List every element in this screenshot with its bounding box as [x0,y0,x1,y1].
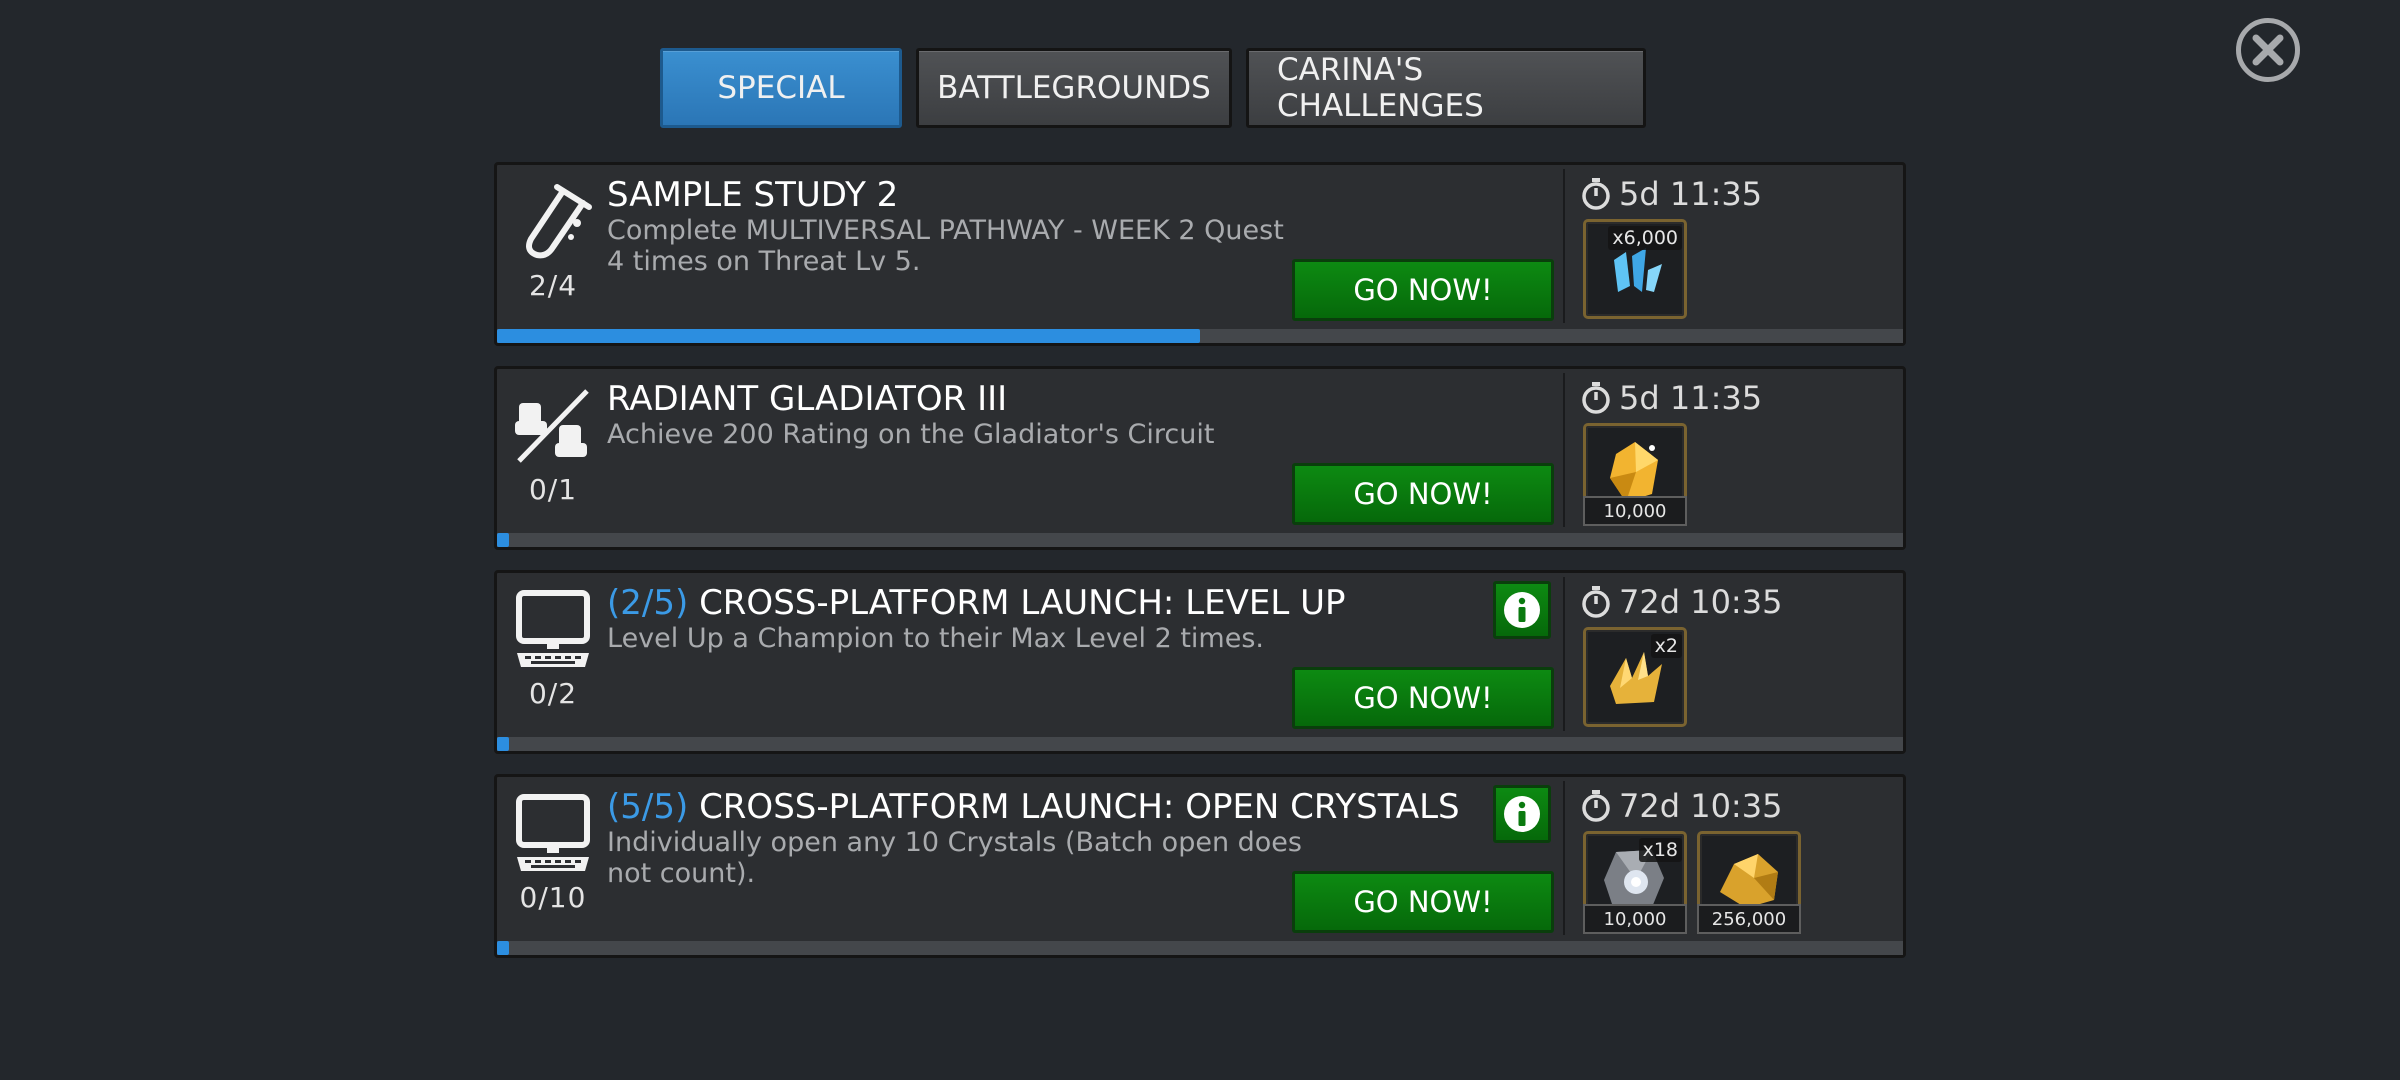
stopwatch-icon [1582,790,1610,822]
computer-icon [511,791,595,875]
info-icon [1504,592,1540,628]
stopwatch-icon [1582,586,1610,618]
go-now-button[interactable]: GO NOW! [1292,259,1554,321]
quest-title: RADIANT GLADIATOR III [607,379,1007,419]
computer-icon [511,587,595,671]
quest-title-text: RADIANT GLADIATOR III [607,379,1008,419]
progress-fill [497,533,509,547]
card-divider [1563,169,1565,323]
reward-amount: 256,000 [1697,904,1801,934]
reward-list: x6,000 [1583,219,1687,319]
info-button[interactable] [1493,785,1551,843]
card-divider [1563,781,1565,935]
quest-description: Achieve 200 Rating on the Gladiator's Ci… [607,419,1215,450]
quest-title-text: SAMPLE STUDY 2 [607,175,899,215]
quest-progress-count: 0/2 [528,677,578,710]
progress-fill [497,737,509,751]
quest-title: (2/5) CROSS-PLATFORM LAUNCH: LEVEL UP [607,583,1346,623]
quest-description: Level Up a Champion to their Max Level 2… [607,623,1264,654]
tab-battlegrounds[interactable]: BATTLEGROUNDS [916,48,1232,128]
go-now-button[interactable]: GO NOW! [1292,871,1554,933]
progress-fill [497,329,1200,343]
timer-text: 5d 11:35 [1619,175,1763,213]
quest-progress-bar [497,533,1903,547]
reward-quantity: x6,000 [1608,226,1682,250]
reward-list: x2 [1583,627,1687,727]
tab-carinas-challenges[interactable]: CARINA'S CHALLENGES [1246,48,1646,128]
quest-progress-count: 2/4 [528,269,578,302]
quest-step-fraction: (2/5) [607,583,689,623]
reward-quantity: x2 [1650,634,1682,658]
quest-list: 2/4 SAMPLE STUDY 2 Complete MULTIVERSAL … [494,162,1906,978]
info-icon [1504,796,1540,832]
info-button[interactable] [1493,581,1551,639]
reward-quantity: x18 [1638,838,1682,862]
go-now-button[interactable]: GO NOW! [1292,667,1554,729]
reward-item[interactable]: 256,000 [1697,831,1801,934]
quest-progress-count: 0/1 [528,473,578,506]
timer-text: 72d 10:35 [1619,583,1783,621]
go-now-button[interactable]: GO NOW! [1292,463,1554,525]
quest-progress-count: 0/10 [519,881,587,914]
quest-card-level-up: 0/2 (2/5) CROSS-PLATFORM LAUNCH: LEVEL U… [494,570,1906,754]
quest-progress-bar [497,941,1903,955]
reward-item[interactable]: x6,000 [1583,219,1687,319]
timer-text: 5d 11:35 [1619,379,1763,417]
quest-card-sample-study: 2/4 SAMPLE STUDY 2 Complete MULTIVERSAL … [494,162,1906,346]
quest-description: Complete MULTIVERSAL PATHWAY - WEEK 2 Qu… [607,215,1284,277]
close-button[interactable] [2236,18,2300,82]
quest-title-text: CROSS-PLATFORM LAUNCH: LEVEL UP [699,583,1346,623]
card-divider [1563,577,1565,731]
reward-item[interactable]: 10,000 [1583,423,1687,526]
quest-card-open-crystals: 0/10 (5/5) CROSS-PLATFORM LAUNCH: OPEN C… [494,774,1906,958]
quest-progress-bar [497,329,1903,343]
quest-card-radiant-gladiator: 0/1 RADIANT GLADIATOR III Achieve 200 Ra… [494,366,1906,550]
reward-list: 10,000 [1583,423,1687,526]
close-icon [2252,34,2284,66]
tab-special[interactable]: SPECIAL [660,48,902,128]
reward-list: x18 10,000 256,000 [1583,831,1801,934]
tab-bar: SPECIAL BATTLEGROUNDS CARINA'S CHALLENGE… [660,48,1646,128]
quest-timer: 72d 10:35 [1581,787,1782,825]
quest-progress-bar [497,737,1903,751]
stopwatch-icon [1582,382,1610,414]
stopwatch-icon [1582,178,1610,210]
card-divider [1563,373,1565,527]
quest-timer: 72d 10:35 [1581,583,1782,621]
reward-amount: 10,000 [1583,904,1687,934]
quest-title: (5/5) CROSS-PLATFORM LAUNCH: OPEN CRYSTA… [607,787,1460,827]
progress-fill [497,941,509,955]
test-tube-icon [511,179,595,263]
timer-text: 72d 10:35 [1619,787,1783,825]
reward-item[interactable]: x2 [1583,627,1687,727]
quest-description: Individually open any 10 Crystals (Batch… [607,827,1302,889]
reward-item[interactable]: x18 10,000 [1583,831,1687,934]
gladiator-icon [511,383,595,467]
quest-timer: 5d 11:35 [1581,379,1762,417]
reward-amount: 10,000 [1583,496,1687,526]
quest-title-text: CROSS-PLATFORM LAUNCH: OPEN CRYSTALS [699,787,1460,827]
quest-timer: 5d 11:35 [1581,175,1762,213]
quest-title: SAMPLE STUDY 2 [607,175,898,215]
quest-step-fraction: (5/5) [607,787,689,827]
